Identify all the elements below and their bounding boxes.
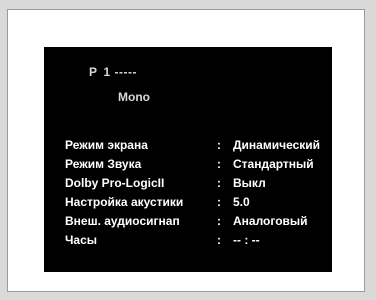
setting-value: Выкл (233, 176, 266, 190)
setting-label: Режим экрана (65, 138, 148, 152)
setting-label: Настройка акустики (65, 195, 184, 209)
setting-value: 5.0 (233, 195, 250, 209)
setting-separator: : (217, 157, 221, 171)
setting-label: Часы (65, 233, 98, 247)
setting-separator: : (217, 195, 221, 209)
setting-separator: : (217, 176, 221, 190)
setting-value: -- : -- (233, 233, 260, 247)
setting-value: Аналоговый (233, 214, 308, 228)
setting-separator: : (217, 138, 221, 152)
setting-value: Стандартный (233, 157, 314, 171)
setting-label: Режим Звука (65, 157, 142, 171)
program-label: P (89, 65, 98, 79)
setting-separator: : (217, 233, 221, 247)
setting-value: Динамический (233, 138, 321, 152)
setting-separator: : (217, 214, 221, 228)
audio-mode-indicator: Mono (118, 90, 150, 104)
setting-label: Внеш. аудиосигнап (65, 214, 180, 228)
channel-indicator: P 1 ----- (89, 65, 137, 79)
setting-label: Dolby Pro-LogicII (65, 176, 165, 190)
tv-osd-panel: P 1 ----- Mono Режим экрана : Динамически… (44, 47, 332, 272)
channel-number: 1 ----- (103, 65, 138, 79)
